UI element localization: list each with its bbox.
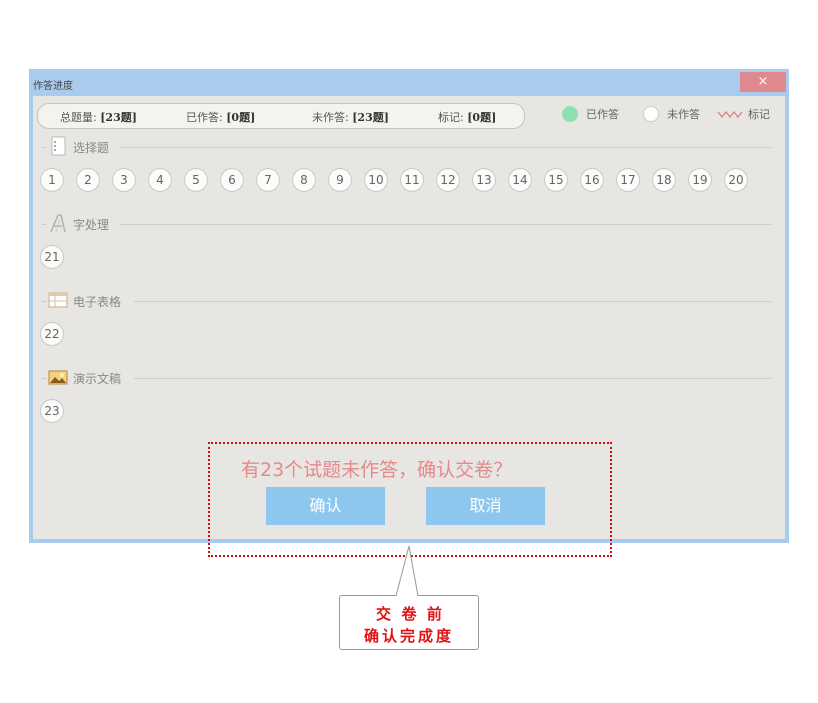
callout-line-2: 确认完成度 (363, 627, 454, 645)
callout-line-1: 交 卷 前 (376, 605, 442, 623)
callout-pointer (395, 545, 419, 597)
